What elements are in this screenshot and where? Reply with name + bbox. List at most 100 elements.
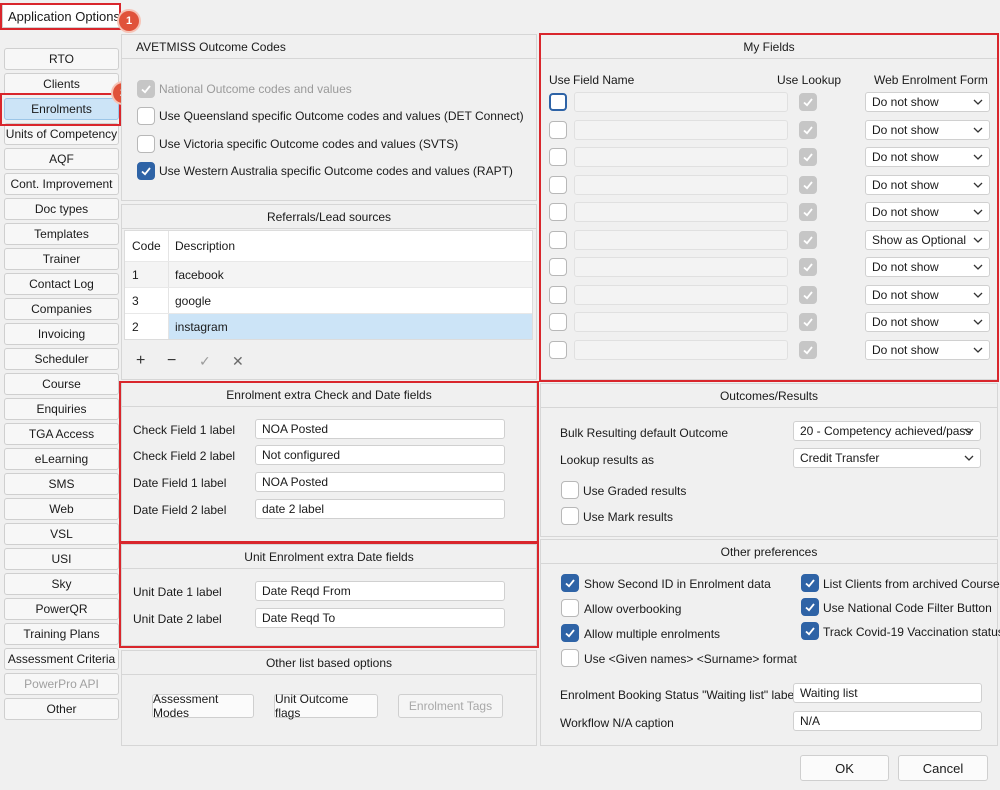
field-use-checkbox[interactable] xyxy=(549,203,567,221)
unit-outcome-flags-button[interactable]: Unit Outcome flags xyxy=(274,692,378,720)
web-form-select[interactable]: Do not show xyxy=(865,339,990,360)
web-form-select[interactable]: Do not show xyxy=(865,119,990,140)
field-name-input[interactable] xyxy=(574,119,788,140)
sidebar-item-contact-log[interactable]: Contact Log xyxy=(4,273,119,295)
sidebar-item-vsl[interactable]: VSL xyxy=(4,523,119,545)
ok-button[interactable]: OK xyxy=(800,755,889,781)
check-field-2-input[interactable]: Not configured xyxy=(255,445,505,465)
table-row[interactable]: 2 instagram xyxy=(125,313,532,339)
field-lookup-checkbox[interactable] xyxy=(799,285,817,304)
workflow-caption-input[interactable]: N/A xyxy=(793,711,982,731)
field-use-checkbox[interactable] xyxy=(549,120,567,139)
wa-outcome-checkbox[interactable] xyxy=(137,162,155,180)
field-use-checkbox[interactable] xyxy=(549,258,567,276)
field-use-checkbox[interactable] xyxy=(549,93,567,111)
web-form-select[interactable]: Do not show xyxy=(865,92,990,112)
sidebar-item-assessment-criteria[interactable]: Assessment Criteria xyxy=(4,648,119,670)
field-use-checkbox[interactable] xyxy=(549,230,567,249)
national-outcome-checkbox[interactable] xyxy=(137,80,155,98)
national-code-filter-checkbox[interactable] xyxy=(801,598,819,616)
web-form-select[interactable]: Do not show xyxy=(865,174,990,195)
sidebar-item-companies[interactable]: Companies xyxy=(4,298,119,320)
field-name-input[interactable] xyxy=(574,92,788,112)
table-row[interactable]: 1 facebook xyxy=(125,261,532,287)
victoria-outcome-checkbox[interactable] xyxy=(137,135,155,153)
field-lookup-checkbox[interactable] xyxy=(799,258,817,276)
field-use-checkbox[interactable] xyxy=(549,313,567,331)
sidebar-item-enquiries[interactable]: Enquiries xyxy=(4,398,119,420)
waiting-list-input[interactable]: Waiting list xyxy=(793,683,982,703)
sidebar-item-elearning[interactable]: eLearning xyxy=(4,448,119,470)
enrolment-tags-button[interactable]: Enrolment Tags xyxy=(398,694,503,718)
sidebar-item-web[interactable]: Web xyxy=(4,498,119,520)
field-lookup-checkbox[interactable] xyxy=(799,340,817,359)
sidebar-item-trainer[interactable]: Trainer xyxy=(4,248,119,270)
sidebar-item-enrolments[interactable]: Enrolments xyxy=(4,98,119,120)
web-form-select[interactable]: Do not show xyxy=(865,147,990,167)
field-name-input[interactable] xyxy=(574,339,788,360)
sidebar-item-powerqr[interactable]: PowerQR xyxy=(4,598,119,620)
unit-date-2-input[interactable]: Date Reqd To xyxy=(255,608,505,628)
add-row-button[interactable]: + xyxy=(136,352,145,370)
field-name-input[interactable] xyxy=(574,312,788,332)
sidebar-item-tga-access[interactable]: TGA Access xyxy=(4,423,119,445)
sidebar-item-rto[interactable]: RTO xyxy=(4,48,119,70)
field-name-input[interactable] xyxy=(574,284,788,305)
date-field-2-input[interactable]: date 2 label xyxy=(255,499,505,519)
sidebar-item-scheduler[interactable]: Scheduler xyxy=(4,348,119,370)
field-lookup-checkbox[interactable] xyxy=(799,175,817,194)
mark-results-checkbox[interactable] xyxy=(561,507,579,525)
sidebar-item-training-plans[interactable]: Training Plans xyxy=(4,623,119,645)
archived-courses-checkbox[interactable] xyxy=(801,574,819,592)
sidebar-item-usi[interactable]: USI xyxy=(4,548,119,570)
field-lookup-checkbox[interactable] xyxy=(799,148,817,166)
graded-results-checkbox[interactable] xyxy=(561,481,579,499)
web-form-select[interactable]: Do not show xyxy=(865,257,990,277)
sidebar-item-doc-types[interactable]: Doc types xyxy=(4,198,119,220)
column-description[interactable]: Description xyxy=(169,239,235,253)
sidebar-item-other[interactable]: Other xyxy=(4,698,119,720)
field-use-checkbox[interactable] xyxy=(549,148,567,166)
sidebar-item-aqf[interactable]: AQF xyxy=(4,148,119,170)
sidebar-item-powerpro-api[interactable]: PowerPro API xyxy=(4,673,119,695)
sidebar-item-sky[interactable]: Sky xyxy=(4,573,119,595)
date-field-1-input[interactable]: NOA Posted xyxy=(255,472,505,492)
field-use-checkbox[interactable] xyxy=(549,285,567,304)
web-form-select[interactable]: Show as Optional xyxy=(865,229,990,250)
field-lookup-checkbox[interactable] xyxy=(799,230,817,249)
sidebar-item-units-of-competency[interactable]: Units of Competency xyxy=(4,123,119,145)
overbooking-checkbox[interactable] xyxy=(561,599,579,617)
assessment-modes-button[interactable]: Assessment Modes xyxy=(152,692,254,720)
unit-date-1-input[interactable]: Date Reqd From xyxy=(255,581,505,601)
covid-checkbox[interactable] xyxy=(801,622,819,640)
multiple-enrolments-checkbox[interactable] xyxy=(561,624,579,642)
field-lookup-checkbox[interactable] xyxy=(799,93,817,111)
field-use-checkbox[interactable] xyxy=(549,340,567,359)
table-row[interactable]: 3 google xyxy=(125,287,532,313)
field-name-input[interactable] xyxy=(574,147,788,167)
cancel-button[interactable]: Cancel xyxy=(898,755,988,781)
remove-row-button[interactable]: − xyxy=(167,352,176,370)
name-format-checkbox[interactable] xyxy=(561,649,579,667)
sidebar-item-clients[interactable]: Clients xyxy=(4,73,119,95)
field-name-input[interactable] xyxy=(574,229,788,250)
field-name-input[interactable] xyxy=(574,257,788,277)
cancel-row-button[interactable]: ✕ xyxy=(232,353,244,370)
field-lookup-checkbox[interactable] xyxy=(799,120,817,139)
sidebar-item-cont-improvement[interactable]: Cont. Improvement xyxy=(4,173,119,195)
confirm-row-button[interactable]: ✓ xyxy=(199,353,211,370)
queensland-outcome-checkbox[interactable] xyxy=(137,107,155,125)
field-lookup-checkbox[interactable] xyxy=(799,313,817,331)
field-name-input[interactable] xyxy=(574,202,788,222)
bulk-outcome-select[interactable]: 20 - Competency achieved/pass xyxy=(793,421,981,441)
second-id-checkbox[interactable] xyxy=(561,574,579,592)
field-lookup-checkbox[interactable] xyxy=(799,203,817,221)
web-form-select[interactable]: Do not show xyxy=(865,312,990,332)
web-form-select[interactable]: Do not show xyxy=(865,284,990,305)
field-name-input[interactable] xyxy=(574,174,788,195)
lookup-results-select[interactable]: Credit Transfer xyxy=(793,448,981,468)
sidebar-item-templates[interactable]: Templates xyxy=(4,223,119,245)
field-use-checkbox[interactable] xyxy=(549,175,567,194)
check-field-1-input[interactable]: NOA Posted xyxy=(255,419,505,439)
sidebar-item-sms[interactable]: SMS xyxy=(4,473,119,495)
